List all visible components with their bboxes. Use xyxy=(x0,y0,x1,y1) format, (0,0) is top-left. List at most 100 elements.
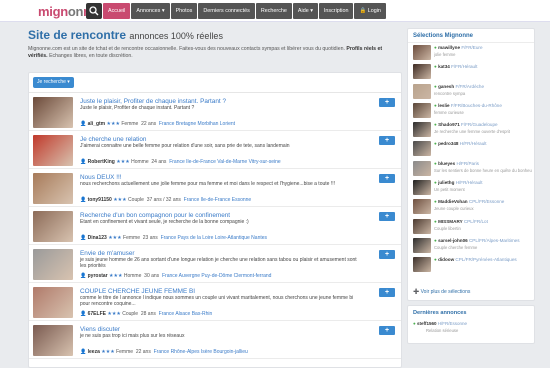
member-avatar[interactable] xyxy=(413,122,431,138)
member-name[interactable]: Shado971 xyxy=(438,122,460,127)
listing-location[interactable]: France Rhône-Alpes Isère Bourgoin-jallie… xyxy=(154,349,248,355)
listing-row[interactable]: Juste le plaisir, Profiter de chaque ins… xyxy=(29,93,401,131)
nav-item[interactable]: Inscription xyxy=(318,3,354,19)
listing-username[interactable]: RobertKing xyxy=(88,159,115,165)
listing-title[interactable]: Je cherche une relation xyxy=(80,136,146,143)
listing-location[interactable]: France Ile-de-France Essonne xyxy=(184,197,252,203)
member-name[interactable]: MaddieVohan xyxy=(438,199,468,204)
listing-username[interactable]: ali_gtm xyxy=(88,121,106,127)
member-avatar[interactable] xyxy=(413,180,431,196)
member-avatar[interactable] xyxy=(413,218,431,234)
search-button[interactable] xyxy=(86,3,102,19)
member-item[interactable]: ● MISSMARY CPL/FR/Lot Couple libertin xyxy=(408,217,534,236)
see-more-link[interactable]: ➕ Voir plus de sélections xyxy=(413,289,470,295)
member-avatar[interactable] xyxy=(413,257,431,273)
member-name[interactable]: sarsel-john06 xyxy=(438,238,468,243)
add-button[interactable]: + xyxy=(379,212,395,221)
member-tags: CPL/FR/Alpes-Maritimes xyxy=(468,237,520,243)
member-name[interactable]: ganesh xyxy=(438,84,454,89)
member-description: femme curieuse xyxy=(434,109,464,115)
member-item[interactable]: ● leslie F/FR/Bouches-du-Rhône femme curi… xyxy=(408,101,534,120)
recent-item-tags: H/FR/Essonne xyxy=(437,321,468,326)
member-item[interactable]: ● pedro348 H/FR/Hérault xyxy=(408,139,534,158)
member-avatar[interactable] xyxy=(413,64,431,80)
member-item[interactable]: ● kat34 F/FR/Hérault xyxy=(408,62,534,81)
member-name[interactable]: leslie xyxy=(438,103,450,108)
listing-username[interactable]: leeza xyxy=(88,349,100,355)
add-button[interactable]: + xyxy=(379,250,395,259)
member-name[interactable]: didoow xyxy=(438,257,454,262)
listing-row[interactable]: Je cherche une relation J'aimerai connait… xyxy=(29,131,401,169)
member-name[interactable]: pedro348 xyxy=(438,141,458,146)
listing-photo[interactable] xyxy=(33,211,73,242)
listing-row[interactable]: Nous DEUX !!! nous recherchons actuelleme… xyxy=(29,169,401,207)
listing-location[interactable]: France Auvergne Puy-de-Dôme Clermont-fer… xyxy=(162,273,272,279)
listing-username[interactable]: Dina123 xyxy=(88,235,107,241)
listing-location[interactable]: France Alsace Bas-Rhin xyxy=(159,311,213,317)
member-avatar[interactable] xyxy=(413,237,431,253)
listing-username[interactable]: pyrostar xyxy=(88,273,108,279)
nav-item[interactable]: Recherche xyxy=(255,3,292,19)
listing-gender: Couple xyxy=(122,311,139,317)
member-name[interactable]: mawillyne xyxy=(438,45,460,50)
member-name[interactable]: MISSMARY xyxy=(438,219,463,224)
member-item[interactable]: ● didoow CPL/FR/Pyrénées-Atlantiques xyxy=(408,255,534,274)
add-button[interactable]: + xyxy=(379,288,395,297)
listing-title[interactable]: Nous DEUX !!! xyxy=(80,174,122,181)
nav-item[interactable]: Annonces ▾ xyxy=(131,3,170,19)
listing-location[interactable]: France Bretagne Morbihan Lorient xyxy=(159,121,235,127)
recent-item[interactable]: ● steff1560 H/FR/Essonne xyxy=(408,319,534,328)
listing-title[interactable]: Envie de m'amuser xyxy=(80,250,135,257)
recent-title: Dernières annonces xyxy=(413,310,467,316)
listing-row[interactable]: Envie de m'amuser je suis jeune homme de … xyxy=(29,245,401,283)
member-item[interactable]: ● juliethg H/FR/Hérault Un petit moment xyxy=(408,178,534,197)
listing-title[interactable]: Recherche d'un bon compagnon pour le con… xyxy=(80,212,230,219)
listing-photo[interactable] xyxy=(33,325,73,356)
add-button[interactable]: + xyxy=(379,98,395,107)
listing-location[interactable]: France Pays de la Loire Loire-Atlantique… xyxy=(161,235,267,241)
member-avatar[interactable] xyxy=(413,83,431,99)
member-avatar[interactable] xyxy=(413,102,431,118)
listing-photo[interactable] xyxy=(33,97,73,128)
top-navbar: mignonne AccueilAnnonces ▾PhotosDerniers… xyxy=(0,0,550,22)
listing-username[interactable]: 67ELFE xyxy=(88,311,106,317)
nav-item[interactable]: Accueil xyxy=(103,3,131,19)
listing-photo[interactable] xyxy=(33,287,73,318)
member-name[interactable]: kat34 xyxy=(438,64,450,69)
member-avatar[interactable] xyxy=(413,141,431,157)
member-item[interactable]: ● MaddieVohan CPL/FR/Essonne Jeune couple… xyxy=(408,197,534,216)
member-avatar[interactable] xyxy=(413,160,431,176)
member-name-line: ● MISSMARY CPL/FR/Lot xyxy=(434,219,488,224)
listing-title[interactable]: Juste le plaisir, Profiter de chaque ins… xyxy=(80,98,226,105)
listing-username[interactable]: tony91150 xyxy=(88,197,112,203)
listing-title[interactable]: Viens discuter xyxy=(80,326,120,333)
member-name[interactable]: blueyes xyxy=(438,161,455,166)
nav-item[interactable]: Aide ▾ xyxy=(292,3,318,19)
listing-row[interactable]: COUPLE CHERCHE JEUNE FEMME BI comme le ti… xyxy=(29,283,401,321)
add-button[interactable]: + xyxy=(379,174,395,183)
search-type-select[interactable]: Je recherche ▾ xyxy=(33,77,74,88)
member-item[interactable]: ● mawillyne F/FR/Eure jolie femme xyxy=(408,43,534,62)
member-avatar[interactable] xyxy=(413,45,431,60)
nav-item[interactable]: Photos xyxy=(170,3,198,19)
member-avatar[interactable] xyxy=(413,199,431,215)
listing-photo[interactable] xyxy=(33,173,73,204)
member-name-line: ● didoow CPL/FR/Pyrénées-Atlantiques xyxy=(434,257,517,262)
listing-row[interactable]: Recherche d'un bon compagnon pour le con… xyxy=(29,207,401,245)
nav-item[interactable]: Derniers connectés xyxy=(198,3,255,19)
member-name[interactable]: juliethg xyxy=(438,180,454,185)
listing-title[interactable]: COUPLE CHERCHE JEUNE FEMME BI xyxy=(80,288,195,295)
listing-photo[interactable] xyxy=(33,249,73,280)
member-item[interactable]: ● ganesh F/FR/Ardèche rencontre sympa xyxy=(408,82,534,101)
nav-item[interactable]: 🔒 Login xyxy=(354,3,386,19)
member-item[interactable]: ● blueyes H/FR/Paris Sur les sentiers de … xyxy=(408,159,534,178)
listing-row[interactable]: Viens discuter je ne suis pas trop ici ma… xyxy=(29,321,401,359)
listing-meta: 👤 RobertKing ★★★ Homme 24 ans France Ile… xyxy=(80,159,281,165)
member-description: jolie femme xyxy=(434,52,456,57)
member-item[interactable]: ● sarsel-john06 CPL/FR/Alpes-Maritimes Co… xyxy=(408,236,534,255)
add-button[interactable]: + xyxy=(379,136,395,145)
member-item[interactable]: ● Shado971 F/FR/Guadeloupe Je recherche u… xyxy=(408,120,534,139)
listing-photo[interactable] xyxy=(33,135,73,166)
listing-location[interactable]: France Ile-de-France Val-de-Marne Vitry-… xyxy=(169,159,281,165)
add-button[interactable]: + xyxy=(379,326,395,335)
